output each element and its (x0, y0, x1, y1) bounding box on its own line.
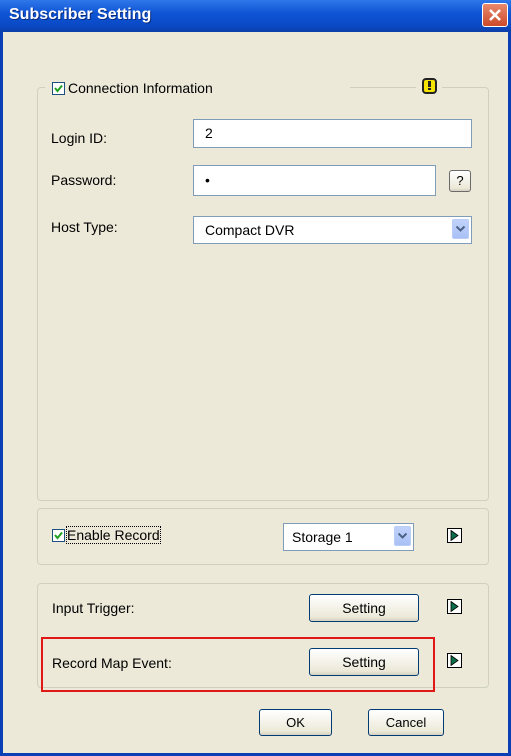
subscriber-setting-dialog: Subscriber Setting Connection Informatio… (0, 0, 511, 756)
host-type-value: Compact DVR (205, 222, 295, 238)
play-arrow-icon (450, 655, 459, 666)
record-map-go-button[interactable] (447, 653, 462, 668)
record-map-event-label: Record Map Event: (52, 655, 172, 671)
password-input[interactable]: • (193, 165, 436, 196)
play-arrow-icon (450, 601, 459, 612)
storage-value: Storage 1 (292, 529, 353, 545)
connection-checkbox-label[interactable]: Connection Information (68, 80, 213, 96)
password-label: Password: (51, 172, 117, 188)
login-id-label: Login ID: (51, 130, 108, 146)
chevron-down-icon (398, 533, 407, 539)
input-trigger-setting-button[interactable]: Setting (309, 594, 419, 622)
input-trigger-label: Input Trigger: (52, 600, 135, 616)
ok-button[interactable]: OK (259, 709, 332, 736)
connection-checkbox[interactable] (52, 82, 65, 95)
login-id-input[interactable]: 2 (193, 119, 472, 148)
storage-dropdown-button[interactable] (394, 526, 411, 546)
storage-select[interactable]: Storage 1 (283, 523, 414, 551)
window-title: Subscriber Setting (9, 6, 152, 23)
enable-record-label[interactable]: Enable Record (66, 526, 161, 544)
cancel-button[interactable]: Cancel (368, 709, 444, 736)
close-icon (489, 9, 501, 21)
host-type-dropdown-button[interactable] (452, 219, 469, 239)
storage-go-button[interactable] (447, 528, 462, 543)
record-map-setting-button[interactable]: Setting (309, 648, 419, 676)
close-button[interactable] (482, 3, 508, 27)
host-type-select[interactable]: Compact DVR (193, 216, 472, 244)
host-type-label: Host Type: (51, 219, 118, 235)
title-bar[interactable]: Subscriber Setting (0, 0, 511, 32)
input-trigger-go-button[interactable] (447, 599, 462, 614)
enable-record-checkbox[interactable] (52, 529, 65, 542)
connection-group (37, 87, 489, 501)
chevron-down-icon (456, 226, 465, 232)
warning-icon (422, 78, 437, 94)
password-help-button[interactable]: ? (449, 170, 471, 192)
play-arrow-icon (450, 530, 459, 541)
